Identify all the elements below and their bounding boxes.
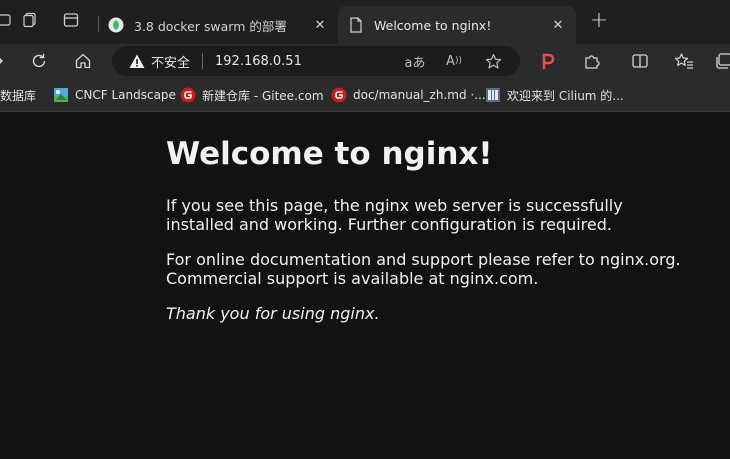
close-tab-icon[interactable]: ✕ [550,18,566,33]
close-tab-icon[interactable]: ✕ [312,18,328,33]
cncf-icon [53,87,69,103]
web-content: Welcome to nginx! If you see this page, … [0,112,730,459]
tab-welcome-nginx[interactable]: Welcome to nginx! ✕ [338,6,576,44]
tab-title: Welcome to nginx! [374,17,492,33]
bookmark-database[interactable]: 数据库 [0,86,36,104]
home-icon[interactable] [71,49,95,73]
documentation-paragraph: For online documentation and support ple… [166,250,686,288]
bookmark-cncf-landscape[interactable]: CNCF Landscape [53,86,176,104]
gitee-icon [331,87,347,103]
collections-icon[interactable] [712,49,730,73]
bookmark-cilium[interactable]: 欢迎来到 Cilium 的... [485,86,624,104]
bookmarks-bar: 数据库 CNCF Landscape 新建仓库 - Gitee.com doc/… [0,78,730,112]
page-icon [348,17,364,33]
sidebar-toggle-icon[interactable] [0,12,14,32]
doc-text-prefix: For online documentation and support ple… [166,250,600,269]
cilium-icon [485,87,501,103]
workspaces-icon[interactable] [20,12,40,32]
navigation-toolbar: 不安全 192.168.0.51 aあ A)) [0,44,730,78]
doc-text-suffix: . [533,269,539,288]
gitee-icon [180,87,196,103]
bookmark-label: 数据库 [0,88,37,103]
vertical-tabs-icon[interactable] [61,12,81,32]
read-aloud-icon[interactable]: A)) [443,50,465,72]
tab-title: 3.8 docker swarm 的部署 [134,18,287,34]
favorite-star-icon[interactable] [482,50,504,72]
extension-p-icon[interactable] [536,49,560,73]
address-divider [202,53,204,69]
thanks-text: Thank you for using nginx. [166,304,380,323]
refresh-icon[interactable] [27,49,51,73]
intro-paragraph: If you see this page, the nginx web serv… [166,196,623,234]
warning-icon[interactable] [129,53,145,69]
security-label[interactable]: 不安全 [151,52,190,71]
bookmark-label: 欢迎来到 Cilium 的... [507,88,624,103]
bookmark-doc-manual[interactable]: doc/manual_zh.md ·... [331,86,486,104]
nginx-org-link[interactable]: nginx.org [600,250,676,269]
tab-docker-swarm[interactable]: 3.8 docker swarm 的部署 ✕ [98,6,338,44]
bookmark-label: 新建仓库 - Gitee.com [202,88,324,103]
favorites-icon[interactable] [672,49,696,73]
page-heading: Welcome to nginx! [166,136,493,172]
bookmark-label: CNCF Landscape [75,88,176,102]
translate-icon[interactable]: aあ [404,50,426,72]
nginx-com-link[interactable]: nginx.com [450,269,534,288]
address-bar[interactable]: 不安全 192.168.0.51 aあ A)) [112,46,520,76]
split-screen-icon[interactable] [628,49,652,73]
forward-icon[interactable] [0,49,10,73]
green-leaf-icon [108,17,124,33]
url-text[interactable]: 192.168.0.51 [215,54,302,69]
extensions-puzzle-icon[interactable] [580,49,604,73]
bookmark-label: doc/manual_zh.md ·... [353,88,486,102]
new-tab-button[interactable]: + [588,10,610,34]
tab-bar: 3.8 docker swarm 的部署 ✕ Welcome to nginx!… [0,0,730,44]
bookmark-gitee-new-repo[interactable]: 新建仓库 - Gitee.com [180,86,324,104]
